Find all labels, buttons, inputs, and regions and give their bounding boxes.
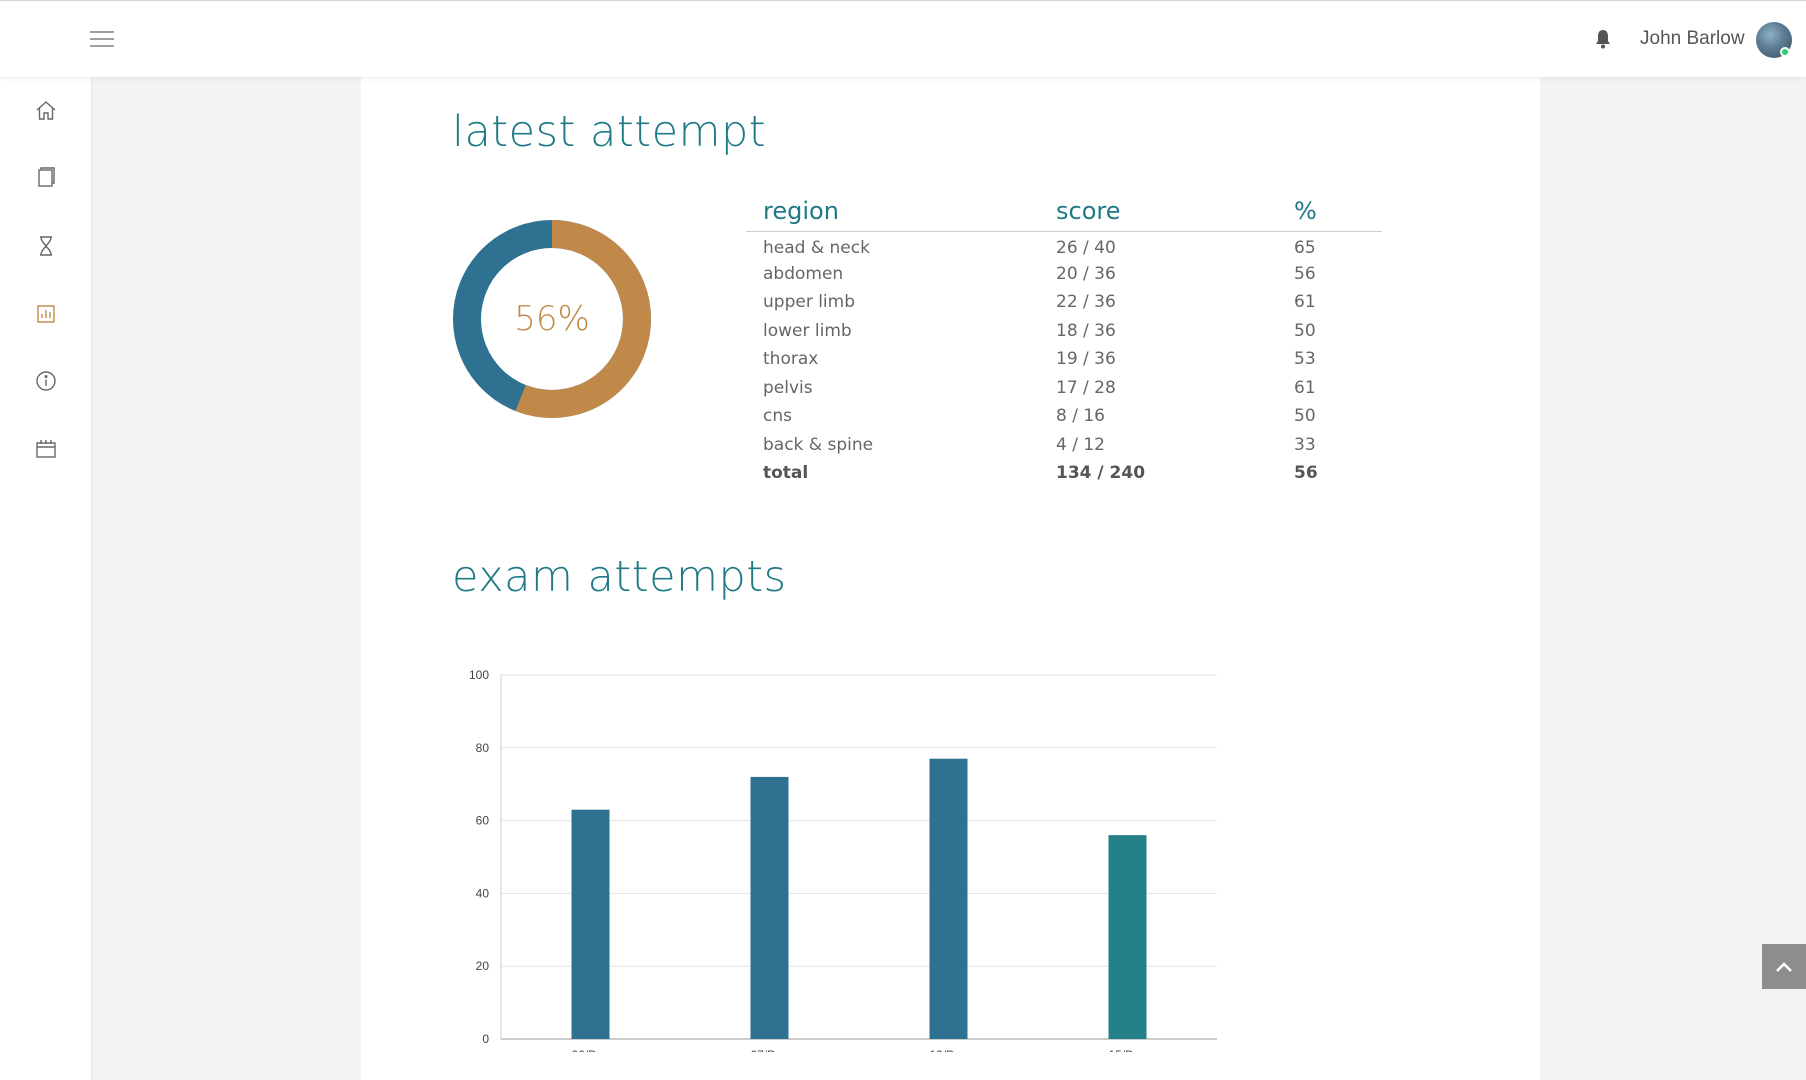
score-cell: 4 / 12 (1056, 434, 1105, 455)
percent-cell: 33 (1294, 434, 1316, 455)
latest-attempt-title: latest attempt (452, 107, 767, 157)
exam-attempts-bar-chart: 02040608010006/Dec07/Dec12/Dec15/Decfull… (469, 668, 1217, 1052)
online-status-indicator (1780, 47, 1790, 57)
percent-cell: 61 (1294, 377, 1316, 398)
top-bar: John Barlow (0, 0, 1806, 77)
table-row: cns 8 / 16 50 (746, 402, 1382, 431)
y-tick-label: 0 (482, 1032, 489, 1046)
user-name[interactable]: John Barlow (1640, 28, 1745, 50)
y-tick-label: 60 (476, 814, 490, 828)
x-tick-label: 06/Dec (571, 1048, 609, 1052)
table-row: thorax 19 / 36 53 (746, 345, 1382, 374)
table-row: head & neck 26 / 40 65 (746, 231, 1382, 260)
table-row: upper limb 22 / 36 61 (746, 288, 1382, 317)
percent-cell: 56 (1294, 463, 1318, 484)
region-cell: abdomen (763, 263, 844, 284)
column-header-region: region (746, 187, 1039, 232)
y-tick-label: 20 (476, 959, 490, 973)
score-cell: 22 / 36 (1056, 292, 1116, 313)
y-tick-label: 40 (476, 886, 490, 900)
y-tick-label: 80 (476, 741, 490, 755)
exam-attempts-title: exam attempts (452, 552, 787, 602)
table-row: back & spine 4 / 12 33 (746, 431, 1382, 460)
score-cell: 134 / 240 (1056, 463, 1146, 484)
notification-bell-icon[interactable] (1594, 29, 1612, 49)
region-cell: back & spine (763, 434, 874, 455)
chevron-up-icon (1776, 961, 1792, 972)
sidebar (0, 77, 92, 1080)
score-cell: 18 / 36 (1056, 320, 1116, 341)
main-content-card: latest attempt 56% region score % head &… (361, 77, 1540, 1080)
region-cell: thorax (763, 349, 819, 370)
home-icon[interactable] (34, 99, 58, 123)
column-header-score: score (1039, 187, 1277, 232)
hamburger-menu-icon[interactable] (90, 31, 114, 49)
book-icon[interactable] (34, 165, 58, 189)
score-cell: 26 / 40 (1056, 237, 1116, 258)
percent-cell: 50 (1294, 406, 1316, 427)
x-tick-label: 15/Dec (1108, 1048, 1146, 1052)
bar (1108, 835, 1147, 1039)
percent-cell: 50 (1294, 320, 1316, 341)
percent-cell: 53 (1294, 349, 1316, 370)
table-row: lower limb 18 / 36 50 (746, 317, 1382, 346)
bar-chart-icon[interactable] (34, 302, 58, 326)
x-tick-label: 07/Dec (750, 1048, 788, 1052)
table-row: abdomen 20 / 36 56 (746, 260, 1382, 289)
info-icon[interactable] (34, 369, 58, 393)
percent-cell: 65 (1294, 237, 1316, 258)
calendar-icon[interactable] (34, 437, 58, 461)
y-tick-label: 100 (469, 668, 489, 682)
region-score-table: region score % head & neck 26 / 40 65 ab… (746, 187, 1382, 488)
score-cell: 19 / 36 (1056, 349, 1116, 370)
score-cell: 8 / 16 (1056, 406, 1105, 427)
region-cell: lower limb (763, 320, 852, 341)
table-header-row: region score % (746, 187, 1382, 232)
percent-cell: 61 (1294, 292, 1316, 313)
donut-percent-label: 56% (514, 299, 590, 339)
scroll-to-top-button[interactable] (1762, 944, 1806, 989)
table-total-row: total 134 / 240 56 (746, 459, 1382, 488)
table-row: pelvis 17 / 28 61 (746, 374, 1382, 403)
percent-cell: 56 (1294, 263, 1316, 284)
bar (929, 758, 968, 1039)
region-cell: cns (763, 406, 792, 427)
region-cell: pelvis (763, 377, 813, 398)
region-cell: upper limb (763, 292, 856, 313)
column-header-percent: % (1277, 187, 1382, 232)
score-cell: 17 / 28 (1056, 377, 1116, 398)
bar (750, 776, 789, 1039)
x-tick-label: 12/Dec (929, 1048, 967, 1052)
region-cell: head & neck (763, 237, 870, 258)
region-cell: total (763, 463, 809, 484)
score-cell: 20 / 36 (1056, 263, 1116, 284)
bar (571, 809, 610, 1039)
score-donut-chart: 56% (451, 218, 653, 420)
hourglass-icon[interactable] (34, 234, 58, 258)
